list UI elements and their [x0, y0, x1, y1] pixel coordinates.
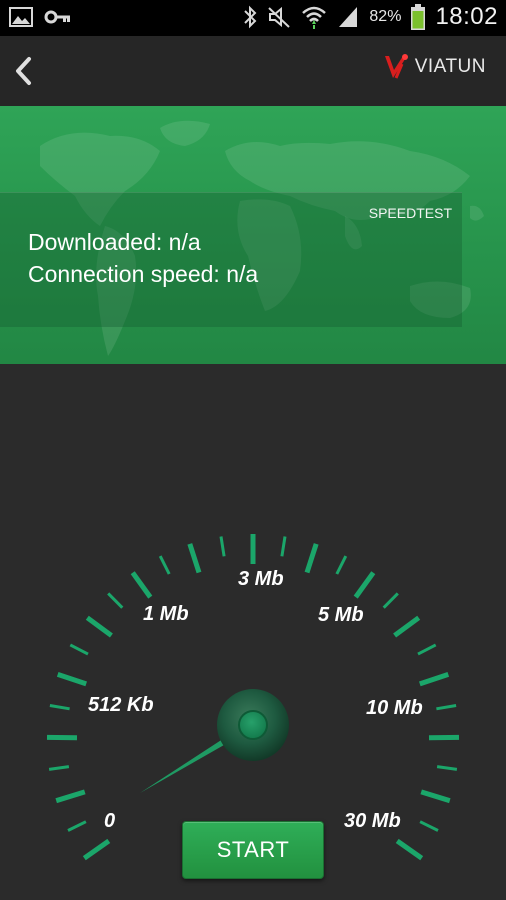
gauge-tick [67, 820, 87, 832]
logo-text: VIATUN [414, 56, 486, 77]
viatun-logo: VIATUN [383, 52, 486, 82]
status-time: 18:02 [435, 3, 498, 30]
viatun-logo-mark [384, 54, 408, 79]
gauge-tick [382, 592, 399, 609]
gauge-tick [353, 571, 376, 599]
gauge-label-1mb: 1 Mb [143, 603, 189, 625]
status-left-icons [8, 6, 72, 28]
gauge-tick [107, 592, 124, 609]
app-bar: VIATUN [0, 36, 506, 106]
status-right-icons: 82% 18:02 [243, 3, 498, 31]
start-button[interactable]: START [182, 821, 324, 879]
gauge-tick [419, 672, 450, 687]
gauge-label-3mb: 3 Mb [238, 568, 284, 590]
gauge-tick [436, 765, 458, 771]
speedtest-banner: SPEEDTEST Downloaded: n/a Connection spe… [0, 106, 506, 364]
gauge-needle [140, 733, 232, 793]
gauge-label-5mb: 5 Mb [318, 604, 364, 626]
connection-speed-text: Connection speed: n/a [28, 261, 259, 287]
gauge-tick [335, 555, 348, 575]
gauge-tick [82, 838, 111, 861]
gauge-tick [419, 820, 439, 832]
mute-icon [268, 6, 291, 28]
gauge-tick [393, 615, 421, 638]
speedtest-info-panel: SPEEDTEST Downloaded: n/a Connection spe… [0, 192, 462, 327]
gauge-tick [304, 543, 319, 574]
gauge-tick [48, 765, 70, 771]
image-icon [9, 7, 33, 27]
gauge-label-0: 0 [104, 810, 115, 832]
gauge-tick [187, 543, 202, 574]
gauge-tick [130, 571, 153, 599]
gauge-tick [49, 704, 70, 711]
bluetooth-icon [244, 5, 257, 29]
status-bar: 82% 18:02 [0, 0, 506, 36]
key-icon [44, 10, 70, 24]
gauge-tick [219, 536, 226, 557]
gauge-label-512kb: 512 Kb [88, 694, 154, 716]
battery-percent: 82% [369, 8, 402, 25]
wifi-icon [302, 6, 327, 29]
gauge-tick [56, 672, 87, 687]
gauge-tick [69, 643, 89, 656]
gauge-tick [280, 536, 287, 557]
gauge-label-10mb: 10 Mb [366, 697, 423, 719]
gauge-tick [158, 555, 171, 575]
gauge-tick [55, 789, 86, 804]
gauge-label-30mb: 30 Mb [344, 810, 401, 832]
back-button[interactable] [6, 50, 46, 94]
gauge-tick [420, 789, 451, 804]
gauge-tick [417, 643, 437, 656]
gauge-tick [436, 704, 457, 711]
speed-gauge: 0 512 Kb 1 Mb 3 Mb 5 Mb 10 Mb 30 Mb [46, 534, 460, 861]
gauge-tick [85, 615, 113, 638]
signal-icon [339, 7, 358, 27]
chevron-left-icon [16, 57, 31, 85]
gauge-tick [395, 838, 424, 861]
speedtest-label: SPEEDTEST [368, 205, 452, 221]
battery-icon [411, 4, 426, 30]
gauge-hub-center [238, 710, 268, 740]
downloaded-text: Downloaded: n/a [28, 229, 201, 255]
